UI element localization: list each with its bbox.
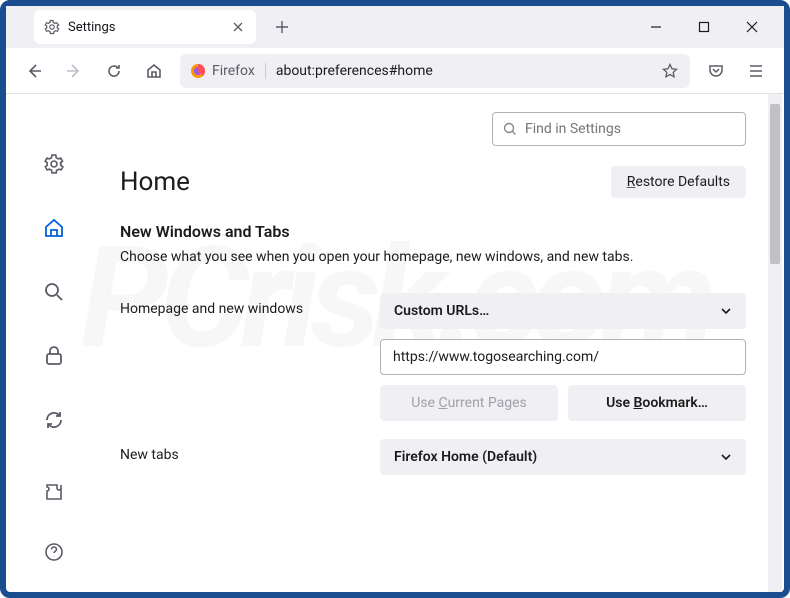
back-button[interactable] <box>20 57 48 85</box>
search-icon <box>503 122 517 136</box>
newtabs-dropdown[interactable]: Firefox Home (Default) <box>380 439 746 475</box>
homepage-label: Homepage and new windows <box>120 293 380 317</box>
settings-sidebar <box>6 94 102 592</box>
chevron-down-icon <box>720 451 732 463</box>
restore-defaults-button[interactable]: Restore Defaults <box>611 166 746 198</box>
home-button[interactable] <box>140 57 168 85</box>
urlbar-url: about:preferences#home <box>276 63 652 79</box>
homepage-url-input[interactable] <box>380 339 746 375</box>
new-tab-button[interactable] <box>268 13 296 41</box>
section-description: Choose what you see when you open your h… <box>120 249 746 265</box>
browser-tab[interactable]: Settings <box>34 10 256 44</box>
maximize-button[interactable] <box>692 15 716 39</box>
close-tab-icon[interactable] <box>230 19 246 35</box>
homepage-mode-dropdown[interactable]: Custom URLs… <box>380 293 746 329</box>
sidebar-item-sync[interactable] <box>38 404 70 436</box>
url-bar[interactable]: Firefox about:preferences#home <box>180 54 690 88</box>
chevron-down-icon <box>720 305 732 317</box>
use-current-pages-button[interactable]: Use Current Pages <box>380 385 558 421</box>
forward-button[interactable] <box>60 57 88 85</box>
sidebar-item-search[interactable] <box>38 276 70 308</box>
settings-search[interactable] <box>492 112 746 146</box>
scrollbar[interactable] <box>768 94 782 592</box>
firefox-logo-icon <box>190 63 206 79</box>
sidebar-item-home[interactable] <box>38 212 70 244</box>
gear-icon <box>44 19 60 35</box>
use-bookmark-button[interactable]: Use Bookmark… <box>568 385 746 421</box>
newtabs-label: New tabs <box>120 439 380 463</box>
sidebar-item-extensions[interactable] <box>38 476 70 508</box>
close-window-button[interactable] <box>740 15 764 39</box>
minimize-button[interactable] <box>644 15 668 39</box>
pocket-icon[interactable] <box>702 57 730 85</box>
reload-button[interactable] <box>100 57 128 85</box>
tab-title: Settings <box>68 20 222 35</box>
scrollbar-thumb[interactable] <box>770 104 780 264</box>
section-title: New Windows and Tabs <box>120 222 746 241</box>
sidebar-item-general[interactable] <box>38 148 70 180</box>
sidebar-item-privacy[interactable] <box>38 340 70 372</box>
page-title: Home <box>120 167 190 197</box>
settings-search-input[interactable] <box>525 121 735 137</box>
sidebar-item-help[interactable] <box>38 536 70 568</box>
urlbar-brand: Firefox <box>212 63 266 79</box>
bookmark-star-icon[interactable] <box>662 63 680 79</box>
menu-button[interactable] <box>742 57 770 85</box>
